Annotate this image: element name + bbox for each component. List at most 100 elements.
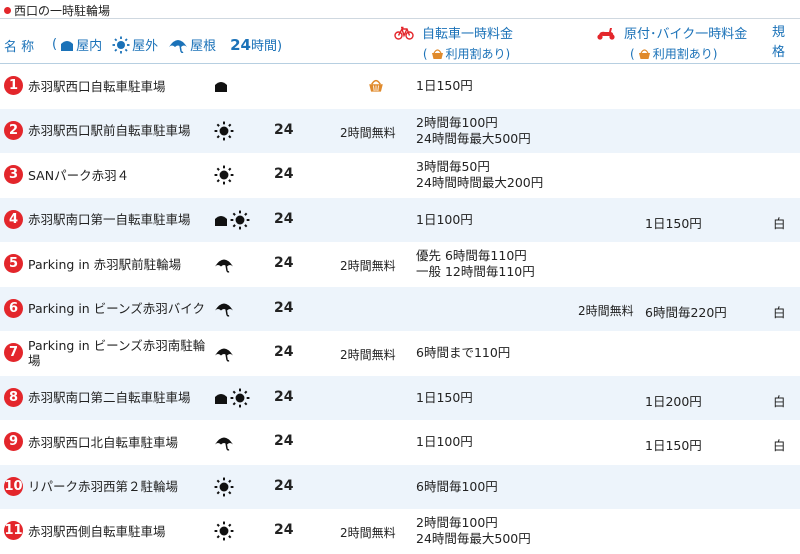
- moto-fee: 1日200円: [645, 393, 702, 409]
- table-row[interactable]: 2 赤羽駅西口駅前自転車駐車場 24 2時間無料 2時間毎100円 24時間毎最大500円: [0, 108, 800, 153]
- header-kikaku-1: 規: [772, 25, 786, 40]
- bike-fee: 3時間毎50円 24時間時間最大200円: [416, 153, 543, 197]
- row-number-badge: 7: [4, 343, 23, 362]
- table-row[interactable]: 6 Parking in ビーンズ赤羽バイク 24 2時間無料 6時間毎220円 白: [0, 286, 800, 331]
- parking-name[interactable]: 赤羽駅南口第一自転車駐車場: [28, 198, 213, 242]
- legend: ( 屋内 屋外 屋根 24 時間): [52, 35, 282, 55]
- bicycle-icon: [394, 26, 414, 40]
- open-24h: 24: [274, 344, 294, 360]
- umbrella-icon: [214, 434, 234, 451]
- bike-fee-line: 一般 12時間毎110円: [416, 264, 535, 279]
- moto-fee: 6時間毎220円: [645, 304, 727, 320]
- bike-fee: 1日150円: [416, 376, 473, 420]
- header-moto-label: 原付･バイク一時料金: [624, 27, 748, 42]
- basket-icon: [368, 78, 384, 96]
- section-title-text: 西口の一時駐輪場: [14, 3, 111, 18]
- indoor-icon: [60, 38, 74, 52]
- bike-fee-line: 6時間まで110円: [416, 345, 511, 360]
- parking-name[interactable]: 赤羽駅南口第二自転車駐車場: [28, 376, 213, 420]
- header-moto-sub: 利用割あり): [652, 47, 718, 61]
- row-number-badge: 8: [4, 387, 23, 407]
- free-time: 2時間無料: [340, 125, 396, 140]
- facility-icons: [214, 76, 230, 96]
- open-24h: 24: [274, 388, 294, 405]
- kikaku-value: 白: [773, 438, 786, 453]
- umbrella-icon: [168, 37, 188, 53]
- parking-name[interactable]: Parking in ビーンズ赤羽バイク: [28, 287, 213, 331]
- row-number-badge: 1: [4, 76, 23, 95]
- table-row[interactable]: 3 SANパーク赤羽４ 24 3時間毎50円 24時間時間最大200円: [0, 153, 800, 197]
- table-row[interactable]: 7 Parking in ビーンズ赤羽南駐輪場 24 2時間無料 6時間まで110円: [0, 331, 800, 375]
- umbrella-icon: [214, 345, 234, 362]
- facility-icons: [214, 477, 236, 497]
- sun-icon: [214, 165, 234, 185]
- scooter-icon: [596, 26, 616, 40]
- table-row[interactable]: 5 Parking in 赤羽駅前駐輪場 24 2時間無料 優先 6時間毎110円 一般 …: [0, 242, 800, 286]
- bike-fee-line: 24時間時間最大200円: [416, 175, 544, 190]
- bike-fee-line: 6時間毎100円: [416, 478, 498, 494]
- legend-outdoor-label: 屋外: [132, 39, 159, 54]
- parking-name[interactable]: Parking in 赤羽駅前駐輪場: [28, 242, 213, 286]
- bike-fee-line: 1日150円: [416, 389, 473, 405]
- table-row[interactable]: 10 リパーク赤羽西第２駐輪場 24 6時間毎100円: [0, 464, 800, 509]
- facility-icons: [214, 343, 236, 363]
- kikaku-value: 白: [773, 304, 786, 320]
- row-number-badge: 6: [4, 298, 23, 318]
- open-24h: 24: [274, 121, 294, 138]
- open-24h: 24: [274, 210, 294, 227]
- header-kikaku-2: 格: [772, 45, 786, 60]
- indoor-icon: [214, 391, 228, 405]
- parking-name[interactable]: 赤羽駅西側自転車駐車場: [28, 509, 213, 553]
- bike-fee-line: 優先 6時間毎110円: [416, 248, 527, 263]
- table-row[interactable]: 11 赤羽駅西側自転車駐車場 24 2時間無料 2時間毎100円 24時間毎最大500円: [0, 509, 800, 553]
- free-time: 2時間無料: [340, 526, 396, 540]
- legend-roof-label: 屋根: [190, 39, 217, 54]
- parking-name[interactable]: 赤羽駅西口駅前自転車駐車場: [28, 109, 213, 153]
- indoor-icon: [214, 79, 228, 93]
- sun-icon: [214, 121, 234, 141]
- sun-icon: [112, 36, 130, 54]
- bike-fee-line: 1日150円: [416, 78, 473, 93]
- free-time: 2時間無料: [340, 259, 396, 273]
- parking-name[interactable]: 赤羽駅西口北自転車駐車場: [28, 420, 213, 464]
- table-row[interactable]: 4 赤羽駅南口第一自転車駐車場 24 1日100円 1日150円 白: [0, 197, 800, 242]
- open-24h: 24: [274, 255, 294, 271]
- facility-icons: [214, 121, 236, 141]
- facility-icons: [214, 521, 236, 541]
- legend-indoor-label: 屋内: [76, 39, 103, 54]
- row-number-badge: 9: [4, 432, 23, 451]
- header-bike: 自転車一時料金 ( 利用割あり): [394, 23, 513, 62]
- bike-fee-line: 24時間毎最大500円: [416, 130, 531, 146]
- row-number-badge: 10: [4, 476, 23, 496]
- bike-fee: 2時間毎100円 24時間毎最大500円: [416, 509, 531, 553]
- row-number-badge: 11: [4, 521, 23, 540]
- section-title: 西口の一時駐輪場: [4, 2, 110, 18]
- bike-fee-line: 2時間毎100円: [416, 114, 498, 130]
- table-row[interactable]: 8 赤羽駅南口第二自転車駐車場 24 1日150円 1日200円 白: [0, 375, 800, 420]
- parking-name[interactable]: SANパーク赤羽４: [28, 153, 213, 197]
- table-row[interactable]: 9 赤羽駅西口北自転車駐車場 24 1日100円 1日150円 白: [0, 420, 800, 464]
- parking-name[interactable]: Parking in ビーンズ赤羽南駐輪場: [28, 331, 213, 375]
- sun-icon: [214, 521, 234, 541]
- free-time: 2時間無料: [340, 348, 396, 362]
- parking-name[interactable]: リパーク赤羽西第２駐輪場: [28, 465, 213, 509]
- row-number-badge: 5: [4, 254, 23, 273]
- bike-fee: 6時間毎100円: [416, 465, 498, 509]
- header-moto-sub-open: (: [630, 46, 635, 61]
- bike-fee-line: 1日100円: [416, 211, 473, 227]
- parking-name[interactable]: 赤羽駅西口自転車駐車場: [28, 64, 213, 108]
- bike-fee: 1日100円: [416, 198, 473, 242]
- row-number-badge: 3: [4, 165, 23, 184]
- open-24h: 24: [274, 166, 294, 182]
- open-24h: 24: [274, 433, 294, 449]
- umbrella-icon: [214, 256, 234, 273]
- bike-fee: 1日150円: [416, 64, 473, 108]
- facility-icons: [214, 210, 252, 230]
- kikaku-value: 白: [773, 215, 786, 231]
- header-bike-label: 自転車一時料金: [422, 27, 514, 42]
- table-row[interactable]: 1 赤羽駅西口自転車駐車場 1日150円: [0, 64, 800, 108]
- facility-icons: [214, 165, 236, 185]
- sun-icon: [230, 388, 250, 408]
- header-bike-sub: 利用割あり): [445, 47, 511, 61]
- bike-fee: 優先 6時間毎110円 一般 12時間毎110円: [416, 242, 535, 286]
